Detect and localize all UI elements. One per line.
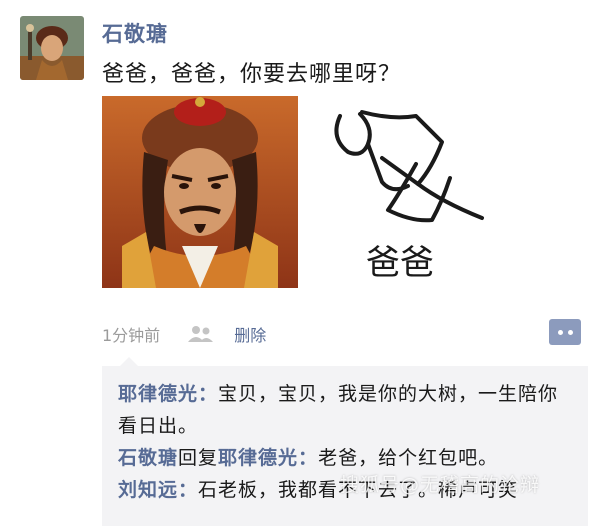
- comment-button[interactable]: [549, 319, 581, 345]
- comment-colon: ：: [178, 479, 199, 501]
- kneeling-stick-figure-drawing: 爸爸: [334, 110, 484, 283]
- comment-dot-icon: [557, 329, 563, 335]
- reply-word: 回复: [178, 447, 219, 469]
- doodle-caption: 爸爸: [366, 243, 434, 283]
- comment-dot-icon: [567, 329, 573, 335]
- comment-author[interactable]: 刘知远: [118, 479, 178, 501]
- comment-author[interactable]: 耶律德光: [118, 383, 198, 405]
- comment-text: 老爸，给个红包吧。: [318, 447, 499, 469]
- comment-item[interactable]: 耶律德光：宝贝，宝贝，我是你的大树，一生陪你看日出。: [102, 366, 588, 442]
- warrior-portrait-image: [102, 96, 298, 288]
- comment-colon: ：: [298, 447, 319, 469]
- friends-visibility-icon[interactable]: [186, 324, 216, 344]
- post-time: 1分钟前: [102, 326, 161, 345]
- delete-link[interactable]: 删除: [234, 322, 266, 346]
- reply-target[interactable]: 耶律德光: [218, 447, 298, 469]
- post-photo[interactable]: [102, 96, 298, 288]
- avatar-warrior-image: [20, 16, 84, 80]
- post-meta: 1分钟前 删除: [102, 322, 266, 346]
- post-username[interactable]: 石敬瑭: [102, 18, 168, 48]
- user-avatar[interactable]: [20, 16, 84, 80]
- post-text: 爸爸，爸爸，你要去哪里呀？: [102, 62, 402, 87]
- comment-author[interactable]: 石敬瑭: [118, 447, 178, 469]
- watermark: 搜狐号@无稽高的论辩: [340, 474, 541, 496]
- doodle-sticker[interactable]: 爸爸: [322, 98, 522, 298]
- comment-colon: ：: [198, 383, 219, 405]
